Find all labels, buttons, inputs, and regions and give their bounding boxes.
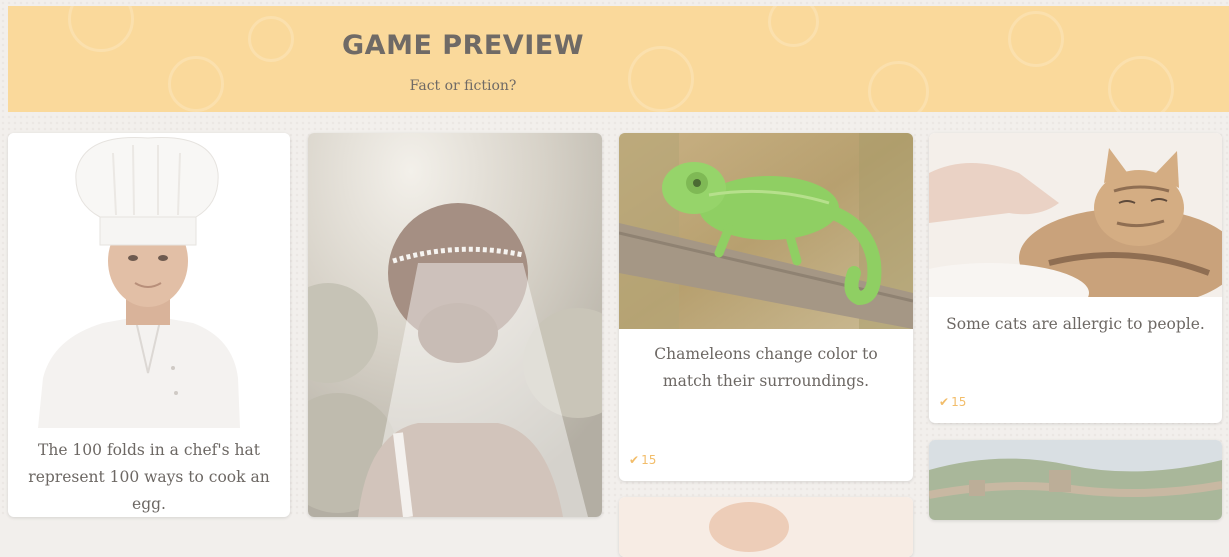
- chameleon-icon: [619, 133, 913, 329]
- page-title: GAME PREVIEW: [342, 30, 584, 61]
- fact-text: Chameleons change color to match their s…: [654, 345, 878, 390]
- bride-icon: [308, 133, 602, 517]
- check-icon: ✔: [629, 453, 640, 467]
- fact-card-great-wall[interactable]: [929, 440, 1222, 520]
- vote-count-value: 15: [641, 453, 657, 467]
- vote-count: ✔ 15: [939, 395, 966, 409]
- cat-icon: [929, 133, 1222, 297]
- fact-text: Some cats are allergic to people.: [946, 315, 1205, 333]
- fact-card-bride[interactable]: [308, 133, 602, 517]
- fact-card-baby[interactable]: [619, 497, 913, 557]
- vote-count: ✔ 15: [629, 453, 656, 467]
- fact-text: The 100 folds in a chef's hat represent …: [28, 441, 270, 513]
- vote-count-value: 15: [951, 395, 967, 409]
- fact-card-chameleon[interactable]: Chameleons change color to match their s…: [619, 133, 913, 481]
- fact-card-cat[interactable]: Some cats are allergic to people. ✔ 15: [929, 133, 1222, 423]
- fact-card-chef[interactable]: The 100 folds in a chef's hat represent …: [8, 133, 290, 517]
- chef-icon: [8, 133, 290, 428]
- great-wall-icon: [929, 440, 1222, 520]
- page-subtitle: Fact or fiction?: [409, 78, 517, 94]
- header-banner: GAME PREVIEW Fact or fiction?: [8, 6, 1229, 112]
- baby-icon: [619, 497, 913, 557]
- check-icon: ✔: [939, 395, 950, 409]
